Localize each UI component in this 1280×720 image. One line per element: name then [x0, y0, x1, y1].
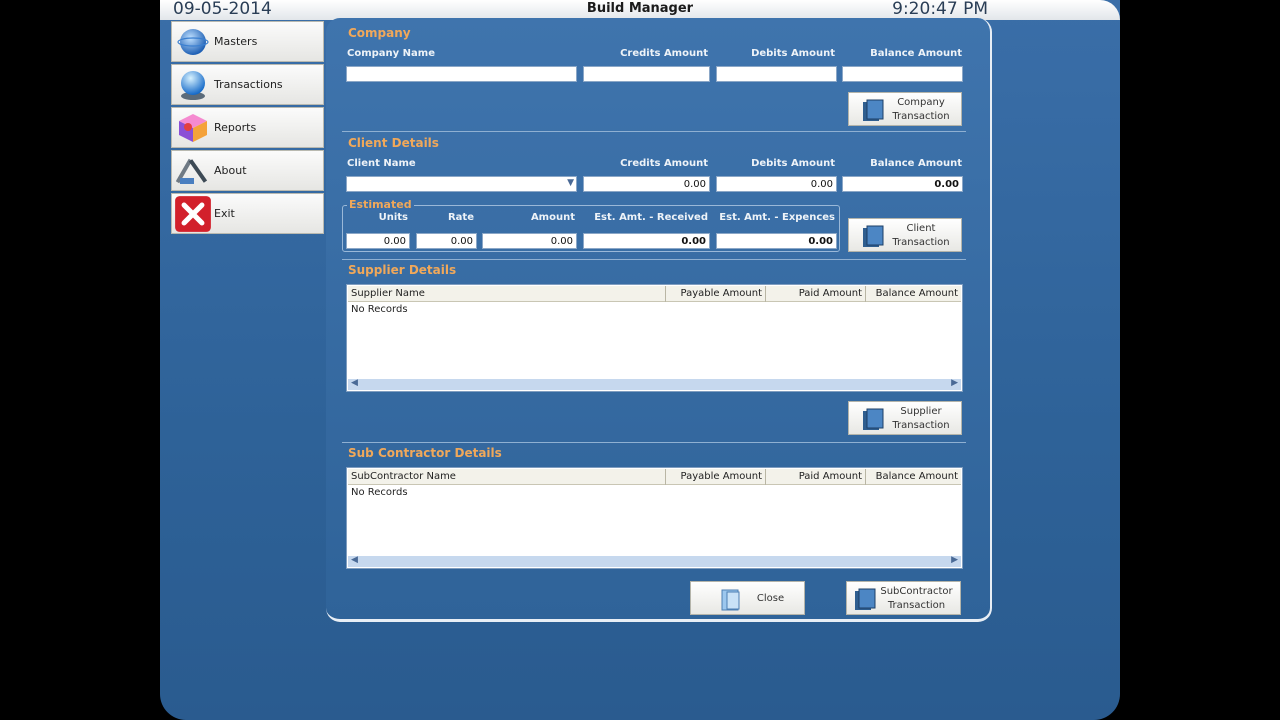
- company-credits-field[interactable]: [583, 66, 710, 82]
- subcontractor-section-title: Sub Contractor Details: [348, 446, 502, 460]
- amount-label: Amount: [530, 212, 575, 223]
- summary-panel: Company Company Name Credits Amount Debi…: [326, 18, 992, 622]
- supplier-transaction-label: Supplier Transaction: [892, 406, 950, 431]
- close-label: Close: [756, 593, 785, 604]
- est-expences-field[interactable]: 0.00: [716, 233, 837, 249]
- company-credits-label: Credits Amount: [620, 48, 708, 59]
- client-transaction-label: Client Transaction: [892, 223, 950, 248]
- book-icon: [863, 99, 884, 121]
- company-transaction-button[interactable]: Company Transaction: [848, 92, 962, 126]
- client-balance-label: Balance Amount: [870, 158, 962, 169]
- est-received-field[interactable]: 0.00: [583, 233, 710, 249]
- subcontractor-transaction-button[interactable]: SubContractor Transaction: [846, 581, 961, 615]
- column-header[interactable]: Balance Amount: [866, 286, 961, 302]
- client-section-title: Client Details: [348, 136, 439, 150]
- close-icon: [175, 196, 211, 232]
- orb-icon: [181, 71, 205, 100]
- client-debits-label: Debits Amount: [751, 158, 835, 169]
- rate-label: Rate: [447, 212, 474, 223]
- column-header[interactable]: SubContractor Name: [348, 469, 666, 485]
- supplier-transaction-button[interactable]: Supplier Transaction: [848, 401, 962, 435]
- empty-message: No Records: [351, 487, 408, 498]
- door-icon: [721, 589, 740, 611]
- nav-transactions-button[interactable]: Transactions: [171, 64, 324, 105]
- column-header[interactable]: Paid Amount: [766, 286, 866, 302]
- nav-about-button[interactable]: About: [171, 150, 324, 191]
- nav-exit-button[interactable]: Exit: [171, 193, 324, 234]
- client-name-dropdown[interactable]: ▼: [346, 176, 577, 192]
- company-debits-field[interactable]: [716, 66, 837, 82]
- nav-masters-label: Masters: [214, 35, 258, 48]
- column-header[interactable]: Paid Amount: [766, 469, 866, 485]
- horizontal-scrollbar[interactable]: ◀ ▶: [348, 555, 961, 567]
- clock-display: 9:20:47 PM: [892, 0, 988, 19]
- company-name-label: Company Name: [347, 48, 435, 59]
- supplier-grid[interactable]: Supplier Name Payable Amount Paid Amount…: [346, 284, 963, 392]
- company-balance-label: Balance Amount: [870, 48, 962, 59]
- supplier-grid-header: Supplier Name Payable Amount Paid Amount…: [348, 286, 961, 302]
- column-header[interactable]: Supplier Name: [348, 286, 666, 302]
- scroll-left-icon[interactable]: ◀: [351, 555, 358, 565]
- company-balance-field[interactable]: [842, 66, 963, 82]
- column-header[interactable]: Payable Amount: [666, 286, 766, 302]
- est-received-label: Est. Amt. - Received: [594, 212, 708, 223]
- divider: [342, 131, 966, 132]
- estimated-title: Estimated: [347, 198, 414, 211]
- nav-masters-button[interactable]: Masters: [171, 21, 324, 62]
- client-transaction-button[interactable]: Client Transaction: [848, 218, 962, 252]
- client-debits-field[interactable]: 0.00: [716, 176, 837, 192]
- units-field[interactable]: 0.00: [346, 233, 410, 249]
- scroll-left-icon[interactable]: ◀: [351, 378, 358, 388]
- nav-transactions-label: Transactions: [214, 78, 283, 91]
- client-credits-label: Credits Amount: [620, 158, 708, 169]
- scroll-right-icon[interactable]: ▶: [951, 378, 958, 388]
- subcontractor-grid-header: SubContractor Name Payable Amount Paid A…: [348, 469, 961, 485]
- book-icon: [855, 588, 876, 610]
- divider: [342, 442, 966, 443]
- tools-icon: [176, 158, 208, 184]
- nav-reports-button[interactable]: Reports: [171, 107, 324, 148]
- rate-field[interactable]: 0.00: [416, 233, 477, 249]
- nav-reports-label: Reports: [214, 121, 257, 134]
- scroll-right-icon[interactable]: ▶: [951, 555, 958, 565]
- client-credits-field[interactable]: 0.00: [583, 176, 710, 192]
- divider: [342, 259, 966, 260]
- client-balance-field[interactable]: 0.00: [842, 176, 963, 192]
- horizontal-scrollbar[interactable]: ◀ ▶: [348, 378, 961, 390]
- company-transaction-label: Company Transaction: [892, 97, 950, 122]
- units-label: Units: [378, 212, 408, 223]
- est-expences-label: Est. Amt. - Expences: [719, 212, 835, 223]
- title-bar: 09-05-2014 Build Manager 9:20:47 PM: [160, 0, 1120, 20]
- company-section-title: Company: [348, 26, 411, 40]
- nav-about-label: About: [214, 164, 247, 177]
- empty-message: No Records: [351, 304, 408, 315]
- company-debits-label: Debits Amount: [751, 48, 835, 59]
- globe-icon: [177, 29, 209, 55]
- close-button[interactable]: Close: [690, 581, 805, 615]
- cube-icon: [179, 114, 207, 142]
- company-name-field[interactable]: [346, 66, 577, 82]
- book-icon: [863, 225, 884, 247]
- app-window: 09-05-2014 Build Manager 9:20:47 PM Mast…: [160, 0, 1120, 720]
- column-header[interactable]: Balance Amount: [866, 469, 961, 485]
- book-icon: [863, 408, 884, 430]
- column-header[interactable]: Payable Amount: [666, 469, 766, 485]
- supplier-section-title: Supplier Details: [348, 263, 457, 277]
- subcontractor-grid[interactable]: SubContractor Name Payable Amount Paid A…: [346, 467, 963, 569]
- subcontractor-transaction-label: SubContractor Transaction: [880, 586, 953, 611]
- chevron-down-icon[interactable]: ▼: [567, 177, 574, 190]
- amount-field[interactable]: 0.00: [482, 233, 577, 249]
- nav-exit-label: Exit: [214, 207, 235, 220]
- client-name-label: Client Name: [347, 158, 416, 169]
